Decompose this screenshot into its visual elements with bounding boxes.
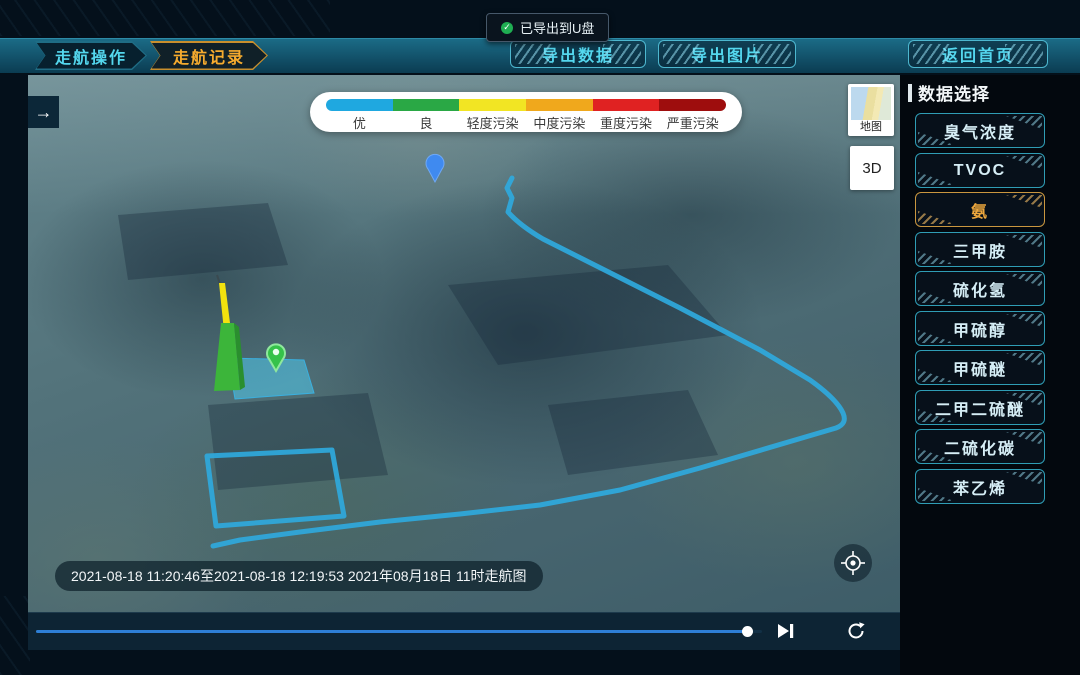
sidebar-item-styrene[interactable]: 苯乙烯 <box>915 469 1045 504</box>
legend-segment <box>459 99 526 111</box>
crosshair-icon <box>840 550 866 576</box>
export-data-label: 导出数据 <box>542 42 614 66</box>
sidebar-item-label: 臭气浓度 <box>944 119 1016 143</box>
progress-fill <box>36 630 747 633</box>
legend-label: 重度污染 <box>593 113 660 132</box>
success-check-icon: ✓ <box>501 22 513 34</box>
toast-text: 已导出到U盘 <box>520 18 594 37</box>
progress-track[interactable] <box>36 630 762 633</box>
map-3d-label: 3D <box>862 160 881 177</box>
legend-segment <box>659 99 726 111</box>
collapse-arrow-button[interactable]: → <box>28 96 59 128</box>
sidebar-item-label: 二硫化碳 <box>944 435 1016 459</box>
tab-label: 走航记录 <box>152 43 267 69</box>
sidebar-item-label: 甲硫醚 <box>953 356 1007 380</box>
map-layer-button[interactable]: 地图 <box>848 84 894 136</box>
panel-title: 数据选择 <box>918 80 990 105</box>
skip-end-icon <box>777 623 795 639</box>
export-image-label: 导出图片 <box>691 42 763 66</box>
sidebar-item-label: 三甲胺 <box>953 238 1007 262</box>
sidebar-item-ammonia[interactable]: 氨 <box>915 192 1045 227</box>
legend-label: 中度污染 <box>526 113 593 132</box>
sidebar-item-methanethiol[interactable]: 甲硫醇 <box>915 311 1045 346</box>
legend-label: 优 <box>326 113 393 132</box>
map-3d-button[interactable]: 3D <box>850 146 894 190</box>
aqi-legend: 优 良 轻度污染 中度污染 重度污染 严重污染 <box>310 92 742 132</box>
legend-label: 轻度污染 <box>459 113 526 132</box>
panel-header: 数据选择 <box>908 80 990 105</box>
back-home-label: 返回首页 <box>942 42 1014 66</box>
locate-button[interactable] <box>834 544 872 582</box>
export-data-button[interactable]: 导出数据 <box>510 40 646 68</box>
progress-knob[interactable] <box>742 626 753 637</box>
arrow-right-icon: → <box>35 102 53 123</box>
back-home-button[interactable]: 返回首页 <box>908 40 1048 68</box>
legend-color-bar <box>326 99 726 111</box>
sidebar-item-label: 氨 <box>971 198 989 222</box>
building-blocks <box>118 203 728 490</box>
legend-label: 严重污染 <box>659 113 726 132</box>
corner-texture <box>0 596 30 675</box>
export-image-button[interactable]: 导出图片 <box>658 40 796 68</box>
tab-cruise-record[interactable]: 走航记录 <box>150 41 268 70</box>
timestamp-text: 2021-08-18 11:20:46至2021-08-18 12:19:53 … <box>71 566 527 586</box>
sidebar-item-tvoc[interactable]: TVOC <box>915 153 1045 188</box>
app-window: 走航操作 走航记录 导出数据 导出图片 返回首页 ✓ 已导出到U盘 <box>0 0 1080 675</box>
route-track <box>213 178 844 546</box>
pollution-spike <box>214 275 245 391</box>
sidebar-item-label: TVOC <box>954 162 1006 180</box>
timestamp-pill: 2021-08-18 11:20:46至2021-08-18 12:19:53 … <box>55 561 543 591</box>
sidebar-item-label: 硫化氢 <box>953 277 1007 301</box>
skip-to-end-button[interactable] <box>772 618 800 644</box>
legend-label: 良 <box>393 113 460 132</box>
sidebar-item-label: 甲硫醇 <box>953 317 1007 341</box>
blue-pin-icon <box>426 154 444 182</box>
header-accent-bar <box>908 84 912 102</box>
legend-segment <box>593 99 660 111</box>
corner-texture <box>0 0 330 36</box>
map-thumbnail-icon <box>851 87 891 120</box>
sidebar-item-odor[interactable]: 臭气浓度 <box>915 113 1045 148</box>
sidebar-item-dimethyl-disulfide[interactable]: 二甲二硫醚 <box>915 390 1045 425</box>
replay-button[interactable] <box>842 618 870 644</box>
legend-segment <box>393 99 460 111</box>
sidebar-item-label: 二甲二硫醚 <box>935 396 1025 420</box>
sidebar-item-carbon-disulfide[interactable]: 二硫化碳 <box>915 429 1045 464</box>
legend-segment <box>526 99 593 111</box>
map-layer-label: 地图 <box>848 120 894 134</box>
sidebar-item-methyl-sulfide[interactable]: 甲硫醚 <box>915 350 1045 385</box>
map-overlay <box>28 75 900 612</box>
refresh-icon <box>846 621 866 641</box>
sidebar-item-h2s[interactable]: 硫化氢 <box>915 271 1045 306</box>
toast-notification: ✓ 已导出到U盘 <box>486 13 609 42</box>
tab-label: 走航操作 <box>37 43 146 69</box>
legend-segment <box>326 99 393 111</box>
playback-bar <box>28 612 900 650</box>
sidebar-item-label: 苯乙烯 <box>953 475 1007 499</box>
tab-cruise-operation[interactable]: 走航操作 <box>35 41 147 70</box>
sidebar-item-trimethylamine[interactable]: 三甲胺 <box>915 232 1045 267</box>
data-select-panel: 数据选择 臭气浓度 TVOC 氨 三甲胺 硫化氢 甲硫醇 甲硫醚 二甲二硫醚 二… <box>900 75 1080 675</box>
map-viewport[interactable]: → 优 良 轻度污染 中度污染 重度污染 严重污染 <box>28 75 900 612</box>
